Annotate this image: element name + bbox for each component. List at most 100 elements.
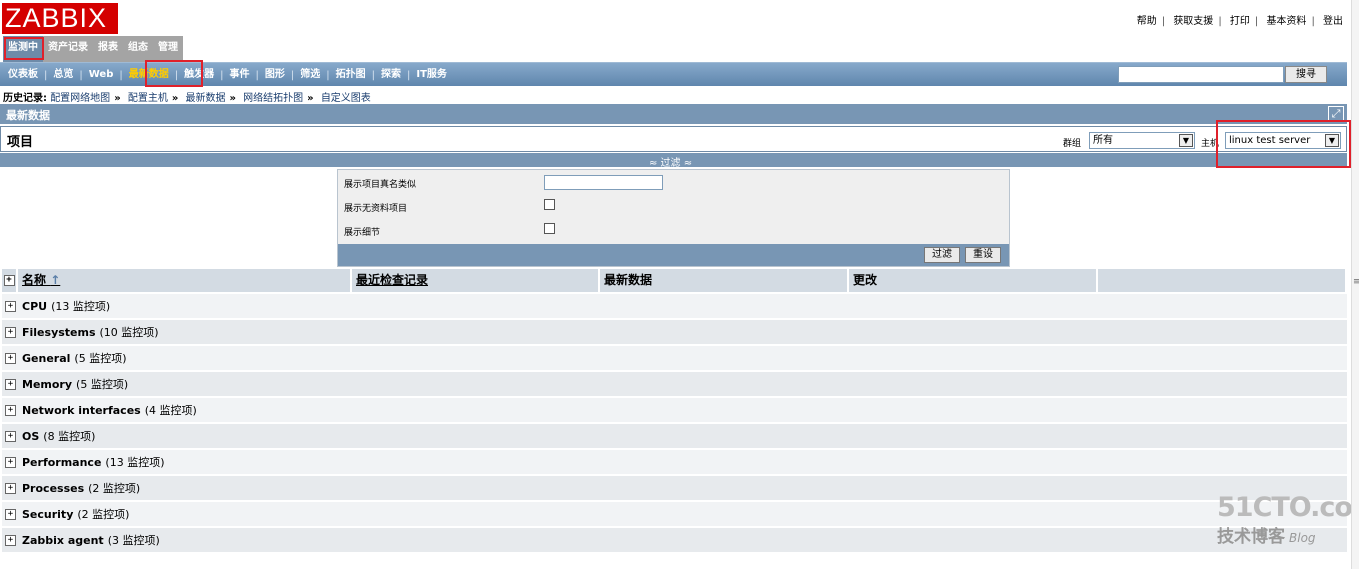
table-row[interactable]: + Zabbix agent (3 监控项) xyxy=(2,528,1347,554)
table-row[interactable]: + Filesystems (10 监控项) xyxy=(2,320,1347,346)
row-count: (4 监控项) xyxy=(144,404,197,417)
top-links: 帮助 | 获取支援 | 打印 | 基本资料 | 登出 xyxy=(1137,12,1343,27)
filter-toggle[interactable]: ≈ 过滤 ≈ xyxy=(649,154,692,169)
help-link[interactable]: 帮助 xyxy=(1137,16,1157,27)
table-row[interactable]: + Performance (13 监控项) xyxy=(2,450,1347,476)
expand-all-icon[interactable]: + xyxy=(2,269,18,292)
scrollbar-grip-icon[interactable]: ≡ xyxy=(1353,277,1359,287)
row-count: (2 监控项) xyxy=(77,508,130,521)
group-select[interactable]: 所有 ▼ xyxy=(1089,132,1195,149)
expand-icon[interactable]: + xyxy=(5,534,16,546)
nav-maps[interactable]: 拓扑图 xyxy=(330,64,372,86)
column-last-check[interactable]: 最近检查记录 xyxy=(352,269,600,292)
search-input[interactable] xyxy=(1118,66,1284,83)
table-row[interactable]: + General (5 监控项) xyxy=(2,346,1347,372)
watermark-tagline: 技术博客 xyxy=(1217,527,1285,547)
watermark-site: 51CTO.com xyxy=(1217,492,1359,523)
nav-discovery[interactable]: 探索 xyxy=(375,64,407,86)
nav-latest-data[interactable]: 最新数据 xyxy=(123,64,175,86)
host-label: 主机 xyxy=(1201,139,1220,149)
table-row[interactable]: + CPU (13 监控项) xyxy=(2,294,1347,320)
tab-reports[interactable]: 报表 xyxy=(93,36,123,62)
nav-web[interactable]: Web xyxy=(83,64,120,86)
fullscreen-icon[interactable]: ⤢ xyxy=(1328,106,1344,122)
expand-icon[interactable]: + xyxy=(5,300,16,312)
no-data-checkbox[interactable] xyxy=(544,199,555,210)
expand-icon[interactable]: + xyxy=(5,430,16,442)
history-label: 历史记录: xyxy=(3,93,47,104)
nav-it-services[interactable]: IT服务 xyxy=(410,64,453,86)
reset-button[interactable]: 重设 xyxy=(965,247,1001,263)
tab-configuration[interactable]: 组态 xyxy=(123,36,153,62)
table-row[interactable]: + Security (2 监控项) xyxy=(2,502,1347,528)
print-link[interactable]: 打印 xyxy=(1230,16,1250,27)
search-button[interactable]: 搜寻 xyxy=(1285,66,1327,83)
table-row[interactable]: + OS (8 监控项) xyxy=(2,424,1347,450)
name-filter-label: 展示项目真名类似 xyxy=(344,180,417,190)
nav-graphs[interactable]: 图形 xyxy=(259,64,291,86)
filter-toggle-bar[interactable]: ≈ 过滤 ≈ xyxy=(0,153,1347,169)
profile-link[interactable]: 基本资料 xyxy=(1266,16,1306,27)
support-link[interactable]: 获取支援 xyxy=(1173,16,1213,27)
row-count: (8 监控项) xyxy=(43,430,96,443)
name-filter-input[interactable] xyxy=(544,175,663,190)
row-count: (3 监控项) xyxy=(107,534,160,547)
table-row[interactable]: + Network interfaces (4 监控项) xyxy=(2,398,1347,424)
row-count: (5 监控项) xyxy=(76,378,129,391)
table-row[interactable]: + Memory (5 监控项) xyxy=(2,372,1347,398)
no-data-label: 展示无资料项目 xyxy=(344,204,408,214)
tab-monitoring[interactable]: 监测中 xyxy=(3,36,43,62)
expand-icon[interactable]: + xyxy=(5,508,16,520)
expand-icon[interactable]: + xyxy=(5,352,16,364)
breadcrumb-separator: » xyxy=(114,93,121,104)
filter-panel: 展示项目真名类似 展示无资料项目 展示细节 过滤 重设 xyxy=(337,169,1010,267)
row-name: Memory xyxy=(22,377,73,391)
nav-events[interactable]: 事件 xyxy=(224,64,256,86)
section-title: 项目 xyxy=(7,135,34,150)
sort-up-icon: ↑ xyxy=(50,273,61,287)
details-checkbox[interactable] xyxy=(544,223,555,234)
row-name: Filesystems xyxy=(22,325,96,339)
filter-button[interactable]: 过滤 xyxy=(924,247,960,263)
host-select-value: linux test server xyxy=(1229,135,1311,146)
nav-overview[interactable]: 总览 xyxy=(47,64,79,86)
history-breadcrumb: 历史记录: 配置网络地图» 配置主机» 最新数据» 网络结拓扑图» 自定义图表 xyxy=(3,89,371,104)
row-count: (13 监控项) xyxy=(105,456,165,469)
nav-screens[interactable]: 筛选 xyxy=(294,64,326,86)
breadcrumb-item[interactable]: 最新数据 xyxy=(186,93,226,104)
filter-button-row: 过滤 重设 xyxy=(338,244,1009,266)
row-count: (10 监控项) xyxy=(99,326,159,339)
breadcrumb-item[interactable]: 自定义图表 xyxy=(321,93,371,104)
nav-dashboard[interactable]: 仪表板 xyxy=(2,64,44,86)
watermark: 51CTO.com 技术博客 Blog xyxy=(1217,492,1359,548)
expand-icon[interactable]: + xyxy=(5,482,16,494)
page-title-bar: 最新数据 ⤢ xyxy=(0,104,1347,124)
breadcrumb-separator: » xyxy=(229,93,236,104)
page-title: 最新数据 xyxy=(6,109,50,122)
breadcrumb-item[interactable]: 配置主机 xyxy=(128,93,168,104)
tab-inventory[interactable]: 资产记录 xyxy=(43,36,93,62)
expand-icon[interactable]: + xyxy=(5,326,16,338)
column-name[interactable]: 名称 ↑ xyxy=(18,269,352,292)
table-row[interactable]: + Processes (2 监控项) xyxy=(2,476,1347,502)
nav-triggers[interactable]: 触发器 xyxy=(178,64,220,86)
vertical-scrollbar[interactable]: ≡ xyxy=(1351,0,1359,569)
watermark-blog: Blog xyxy=(1289,531,1316,545)
main-tabs: 监测中 资产记录 报表 组态 管理 xyxy=(3,36,183,62)
table-header: + 名称 ↑ 最近检查记录 最新数据 更改 xyxy=(2,269,1347,292)
zabbix-logo[interactable]: ZABBIX xyxy=(2,3,118,34)
host-select[interactable]: linux test server ▼ xyxy=(1225,132,1341,149)
separator: | xyxy=(1254,16,1259,27)
row-name: OS xyxy=(22,429,40,443)
expand-icon[interactable]: + xyxy=(5,378,16,390)
breadcrumb-item[interactable]: 配置网络地图 xyxy=(50,93,110,104)
breadcrumb-item[interactable]: 网络结拓扑图 xyxy=(243,93,303,104)
expand-icon[interactable]: + xyxy=(5,404,16,416)
row-count: (13 监控项) xyxy=(51,300,111,313)
row-name: CPU xyxy=(22,299,48,313)
logout-link[interactable]: 登出 xyxy=(1323,16,1343,27)
items-header: 项目 群组 所有 ▼ 主机 linux test server ▼ xyxy=(0,126,1347,152)
expand-icon[interactable]: + xyxy=(5,456,16,468)
row-name: Performance xyxy=(22,455,102,469)
tab-administration[interactable]: 管理 xyxy=(153,36,183,62)
